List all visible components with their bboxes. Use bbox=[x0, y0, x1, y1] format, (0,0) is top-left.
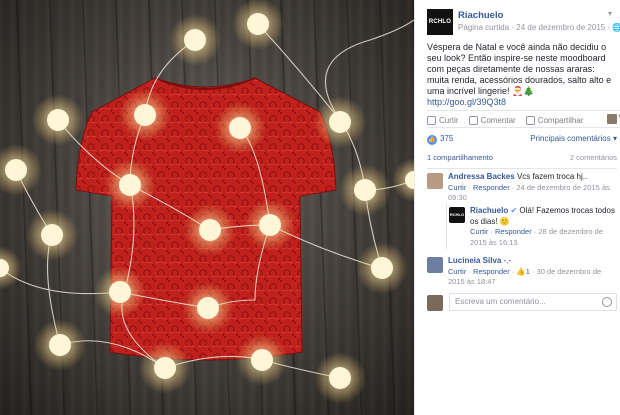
share-label: Compartilhar bbox=[537, 115, 584, 125]
reply-thread-line bbox=[446, 204, 447, 249]
post-sidebar: RCHLO Riachuelo Página curtida · 24 de d… bbox=[414, 0, 620, 415]
comment-composer: Escreva um comentário... bbox=[427, 293, 617, 313]
post-photo[interactable] bbox=[0, 0, 414, 415]
comment-input[interactable]: Escreva um comentário... bbox=[449, 293, 617, 311]
comment-like-link[interactable]: Curtir bbox=[448, 267, 466, 276]
likes-count: 375 bbox=[440, 134, 454, 143]
comment-time[interactable]: 28 de dezembro de 2015 às 16:13 bbox=[470, 227, 603, 247]
commenter-name[interactable]: Andressa Backes bbox=[448, 172, 515, 181]
action-bar: Curtir Comentar Compartilhar ▼ bbox=[427, 110, 620, 128]
avatar[interactable] bbox=[427, 173, 443, 189]
comment-text: -.- bbox=[503, 256, 512, 265]
comment-like-count[interactable]: 👍1 bbox=[516, 267, 530, 276]
comment-text: Vcs fazem troca hj.. bbox=[516, 172, 588, 181]
chevron-down-icon[interactable]: ▾ bbox=[608, 9, 612, 18]
comment-reply-link[interactable]: Responder bbox=[473, 183, 510, 192]
likes-summary[interactable]: 👍 375 bbox=[427, 134, 453, 145]
shares-row: 1 compartilhamento 2 comentários bbox=[427, 153, 617, 169]
top-comments-dropdown[interactable]: Principais comentários ▾ bbox=[530, 134, 617, 145]
shares-link[interactable]: 1 compartilhamento bbox=[427, 153, 493, 162]
comment-body: Lucineia Silva -.- Curtir · Responder · … bbox=[448, 256, 616, 288]
share-arrow-icon bbox=[525, 115, 535, 125]
emoji-icon[interactable] bbox=[602, 297, 612, 307]
likes-row: 👍 375 Principais comentários ▾ bbox=[427, 134, 617, 145]
comment-reply-link[interactable]: Responder bbox=[495, 227, 532, 236]
post-header: RCHLO Riachuelo Página curtida · 24 de d… bbox=[427, 9, 620, 37]
comment-like-link[interactable]: Curtir bbox=[470, 227, 488, 236]
comment-body: Riachuelo ✔ Olá! Fazemos trocas todos os… bbox=[470, 206, 616, 248]
avatar[interactable]: RCHLO bbox=[449, 207, 465, 223]
comment-meta: Curtir · Responder · 24 de dezembro de 2… bbox=[448, 182, 610, 203]
comment-reply-link[interactable]: Responder bbox=[473, 267, 510, 276]
avatar[interactable] bbox=[427, 257, 443, 273]
post-meta-text: Página curtida · 24 de dezembro de 2015 … bbox=[458, 23, 613, 32]
commenter-name[interactable]: Lucineia Silva bbox=[448, 256, 501, 265]
reply-item: RCHLO Riachuelo ✔ Olá! Fazemos trocas to… bbox=[449, 206, 617, 248]
small-like-icon: 👍 bbox=[516, 266, 526, 276]
like-badge-icon: 👍 bbox=[427, 135, 437, 145]
comment-like-link[interactable]: Curtir bbox=[448, 183, 466, 192]
comments-count[interactable]: 2 comentários bbox=[570, 153, 617, 162]
like-button[interactable]: Curtir bbox=[427, 115, 459, 125]
christmas-lights-image bbox=[0, 0, 414, 404]
comment-label: Comentar bbox=[480, 115, 516, 125]
commenter-name[interactable]: Riachuelo bbox=[470, 206, 508, 215]
comment-input-placeholder: Escreva um comentário... bbox=[455, 297, 546, 306]
page-name-link[interactable]: Riachuelo bbox=[458, 10, 503, 21]
comment-meta: Curtir · Responder · 👍1 · 30 de dezembro… bbox=[448, 266, 602, 287]
comment-body: Andressa Backes Vcs fazem troca hj.. Cur… bbox=[448, 172, 616, 204]
page-avatar[interactable]: RCHLO bbox=[427, 9, 453, 35]
post-meta: Página curtida · 24 de dezembro de 2015 … bbox=[458, 23, 620, 32]
globe-icon: 🌐 bbox=[612, 23, 620, 32]
speech-bubble-icon bbox=[468, 115, 478, 125]
caption-link[interactable]: http://goo.gl/39Q3t8 bbox=[427, 97, 506, 107]
verified-badge-icon: ✔ bbox=[510, 206, 518, 215]
caption-text: Véspera de Natal e você ainda não decidi… bbox=[427, 42, 612, 96]
comment-meta: Curtir · Responder · 28 de dezembro de 2… bbox=[470, 227, 604, 247]
comment-item: Lucineia Silva -.- Curtir · Responder · … bbox=[427, 256, 617, 288]
like-count-value: 1 bbox=[525, 266, 530, 276]
share-button[interactable]: Compartilhar bbox=[525, 115, 584, 125]
avatar bbox=[427, 295, 443, 311]
post-caption: Véspera de Natal e você ainda não decidi… bbox=[427, 42, 615, 108]
comment-item: Andressa Backes Vcs fazem troca hj.. Cur… bbox=[427, 172, 617, 206]
like-label: Curtir bbox=[439, 115, 459, 125]
thumbs-up-icon bbox=[427, 115, 436, 125]
actor-avatar[interactable] bbox=[607, 114, 617, 124]
comment-button[interactable]: Comentar bbox=[468, 115, 516, 125]
